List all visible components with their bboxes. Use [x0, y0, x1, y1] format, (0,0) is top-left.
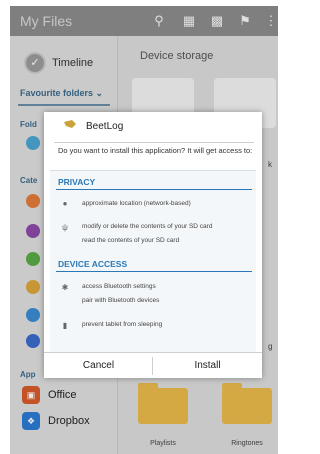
permission-text: modify or delete the contents of your SD… — [82, 223, 213, 230]
phone-screen: My Files ⚲ ▦ ▩ ⚑ ⋮ ✓ Timeline Favourite … — [10, 6, 278, 454]
section-privacy-title: PRIVACY — [58, 177, 96, 187]
divider — [54, 142, 254, 143]
install-dialog: BeetLog Do you want to install this appl… — [44, 112, 262, 378]
install-button[interactable]: Install — [153, 353, 262, 379]
permissions-list[interactable]: PRIVACY ● approximate location (network-… — [50, 170, 256, 354]
section-divider — [56, 189, 252, 190]
bluetooth-icon: ✱ — [61, 283, 69, 292]
permission-text: approximate location (network-based) — [82, 200, 191, 207]
section-divider — [56, 271, 252, 272]
permission-text: access Bluetooth settings — [82, 283, 156, 290]
permission-text: read the contents of your SD card — [82, 237, 180, 244]
dialog-message: Do you want to install this application?… — [58, 146, 253, 155]
dialog-title: BeetLog — [86, 121, 124, 132]
permission-text: pair with Bluetooth devices — [82, 297, 160, 304]
cancel-button[interactable]: Cancel — [44, 353, 153, 379]
dialog-button-bar: Cancel Install — [44, 352, 262, 378]
section-device-access-title: DEVICE ACCESS — [58, 259, 128, 269]
lock-icon: ▮ — [62, 321, 68, 330]
beetlog-app-icon — [64, 120, 76, 128]
permission-text: prevent tablet from sleeping — [82, 321, 163, 328]
usb-icon: ψ — [62, 223, 68, 232]
dialog-header: BeetLog — [44, 112, 262, 138]
location-pin-icon: ● — [62, 199, 68, 208]
